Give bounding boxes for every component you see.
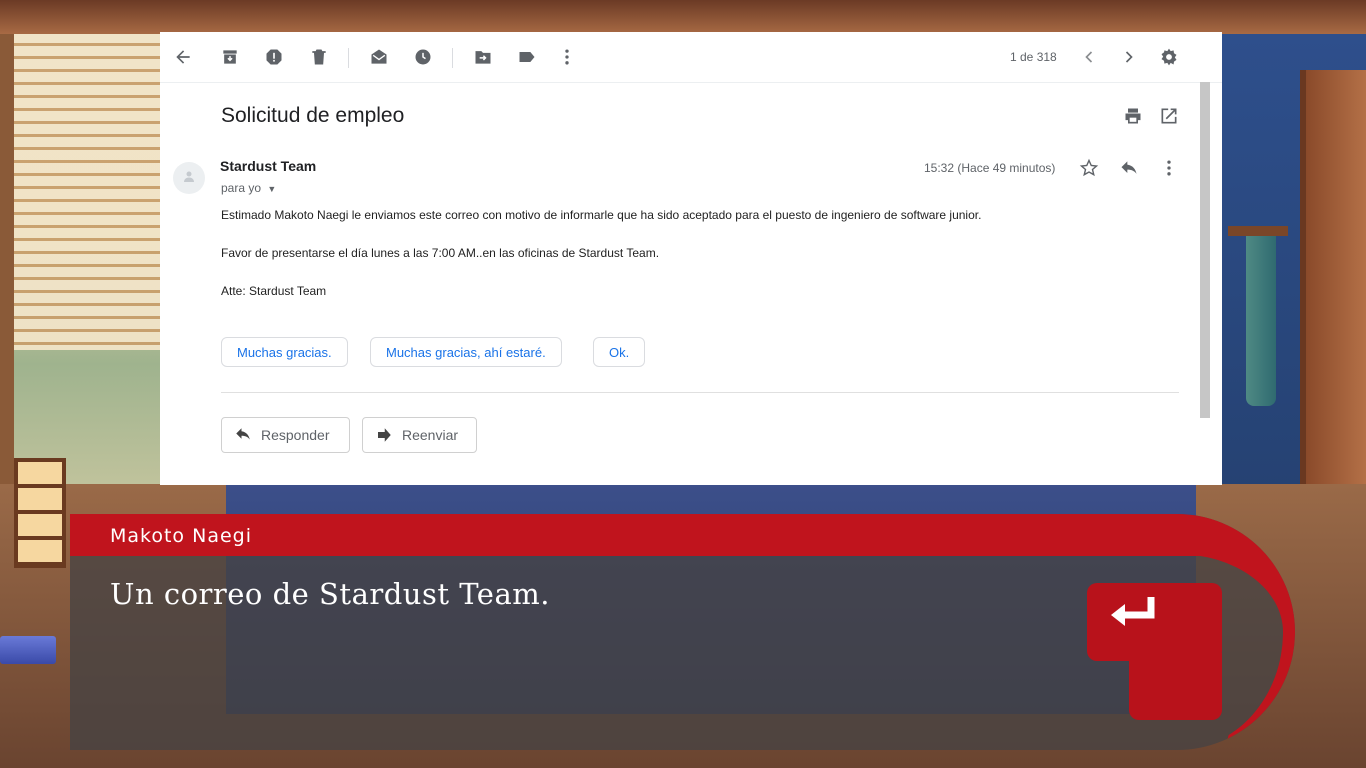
return-arrow-icon (1111, 597, 1155, 626)
divider (221, 392, 1179, 393)
reply-arrow-icon (234, 418, 252, 465)
smart-reply-chip[interactable]: Muchas gracias, ahí estaré. (370, 337, 562, 367)
forward-arrow-icon (375, 418, 393, 465)
email-body-line: Favor de presentarse el día lunes a las … (221, 246, 660, 260)
recipient-details[interactable]: para yo ▼ (221, 181, 276, 195)
more-vert-icon[interactable] (557, 47, 577, 67)
person-icon (184, 171, 194, 182)
window-blinds (14, 20, 160, 350)
older-chevron-icon[interactable] (1079, 47, 1099, 67)
smart-reply-chip[interactable]: Ok. (593, 337, 646, 367)
ceiling (0, 0, 1366, 34)
hanging-towel (1246, 236, 1276, 406)
advance-button-tab (1129, 653, 1222, 720)
dropdown-arrow-icon[interactable]: ▼ (267, 184, 276, 194)
reply-icon[interactable] (1118, 158, 1140, 180)
archive-icon[interactable] (220, 47, 240, 67)
sender-name: Stardust Team (220, 158, 317, 174)
email-timestamp: 15:32 (Hace 49 minutos) (924, 161, 1056, 175)
scrollbar[interactable] (1200, 82, 1210, 418)
speaker-name: Makoto Naegi (110, 525, 252, 547)
snooze-icon[interactable] (413, 47, 433, 67)
delete-icon[interactable] (309, 47, 329, 67)
back-arrow-icon[interactable] (173, 47, 193, 67)
recipient-label: para yo (221, 181, 262, 195)
reply-button[interactable]: Responder (221, 417, 350, 453)
sender-avatar (173, 162, 205, 194)
email-window: 1 de 318 Solicitud de empleo Stardust Te… (160, 32, 1222, 485)
report-spam-icon[interactable] (264, 47, 284, 67)
coat-rack (1228, 226, 1288, 236)
open-in-new-window-icon[interactable] (1159, 106, 1179, 126)
email-subject: Solicitud de empleo (221, 104, 405, 127)
print-icon[interactable] (1123, 106, 1143, 126)
paper-lamp (14, 458, 66, 568)
message-counter: 1 de 318 (1010, 50, 1057, 64)
toolbar-separator (348, 48, 349, 68)
reply-label: Responder (261, 427, 330, 443)
email-toolbar: 1 de 318 (160, 32, 1222, 83)
mark-unread-icon[interactable] (369, 47, 389, 67)
more-options-icon[interactable] (1158, 158, 1180, 180)
email-body-line: Estimado Makoto Naegi le enviamos este c… (221, 208, 982, 222)
settings-gear-icon[interactable] (1159, 47, 1179, 67)
move-to-icon[interactable] (473, 47, 493, 67)
email-body-line: Atte: Stardust Team (221, 284, 327, 298)
advance-dialogue-button[interactable] (1087, 583, 1222, 720)
window-frame (0, 0, 14, 520)
dialogue-text: Un correo de Stardust Team. (110, 577, 550, 611)
star-icon[interactable] (1078, 158, 1100, 180)
newer-chevron-icon[interactable] (1119, 47, 1139, 67)
toolbar-separator (452, 48, 453, 68)
forward-label: Reenviar (402, 427, 459, 443)
label-icon[interactable] (517, 47, 537, 67)
forward-button[interactable]: Reenviar (362, 417, 477, 453)
smart-reply-chip[interactable]: Muchas gracias. (221, 337, 348, 367)
books (0, 636, 56, 664)
